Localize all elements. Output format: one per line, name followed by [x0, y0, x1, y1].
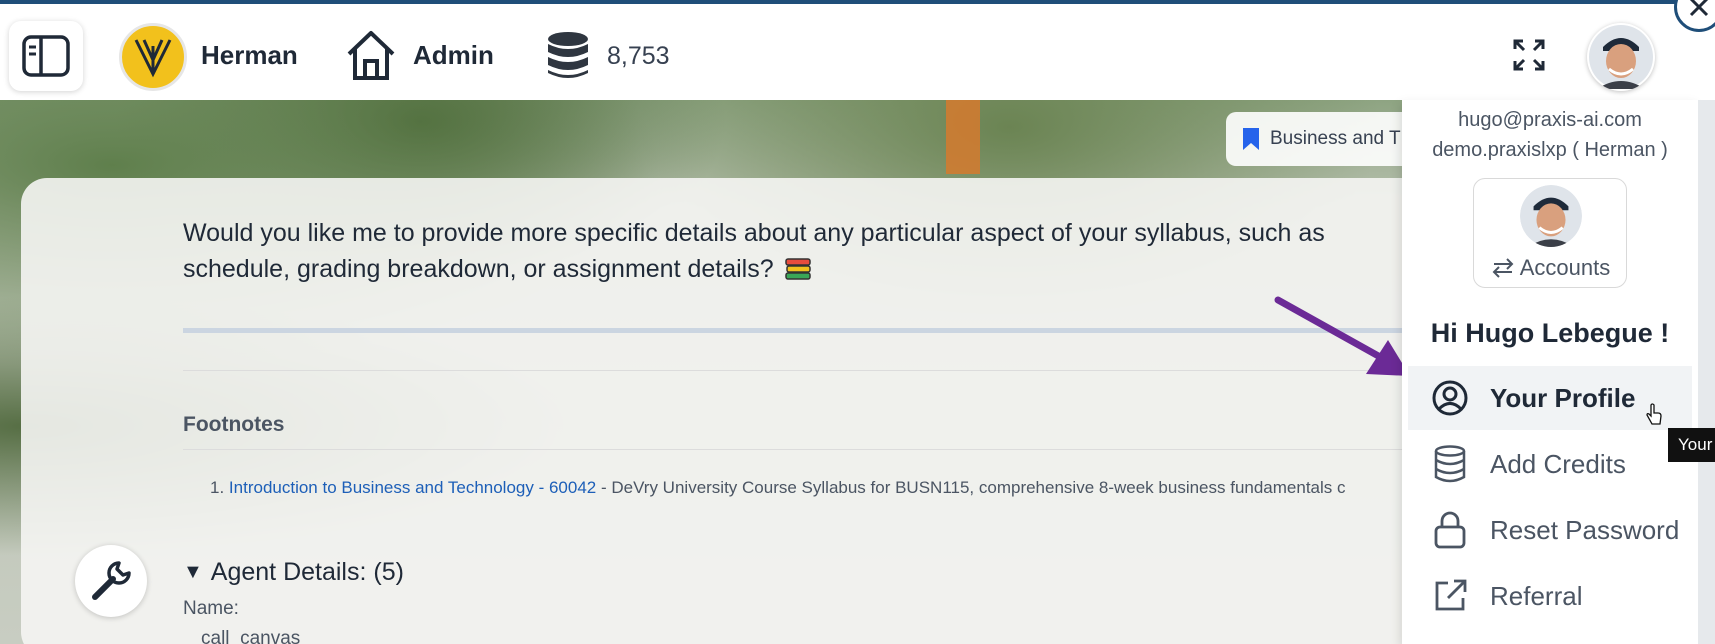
close-window-button[interactable] [1674, 0, 1715, 32]
footnote-number: 1. [210, 478, 225, 497]
accounts-label: Accounts [1519, 255, 1611, 280]
top-bar: Herman Admin 8,753 [0, 0, 1715, 100]
collapse-triangle-icon: ▼ [183, 561, 203, 583]
credits-database-icon [548, 32, 588, 78]
close-icon [1689, 0, 1709, 17]
sidebar-toggle-button[interactable] [9, 21, 83, 91]
hand-pointer-icon [1646, 403, 1662, 425]
shield-logo-icon [134, 39, 172, 78]
footnotes-underline [183, 449, 1403, 450]
tooltip: Your [1668, 428, 1715, 462]
context-chip-label: Business and T [1270, 128, 1401, 149]
menu-item-label: Reset Password [1490, 514, 1680, 545]
home-icon[interactable] [344, 28, 398, 82]
assistant-message-line2-text: schedule, grading breakdown, or assignme… [183, 255, 774, 283]
assistant-message-line1: Would you like me to provide more specif… [183, 219, 1325, 247]
agent-details-toggle[interactable]: ▼ Agent Details: (5) [183, 558, 404, 587]
user-photo [1589, 25, 1653, 89]
user-circle-icon [1430, 378, 1470, 418]
footnote-link[interactable]: Introduction to Business and Technology … [229, 478, 596, 497]
tools-button[interactable] [75, 545, 147, 617]
menu-item-label: Referral [1490, 580, 1583, 611]
menu-tenant: demo.praxislxp ( Herman ) [1432, 139, 1668, 161]
menu-item-add-credits[interactable]: Add Credits [1408, 432, 1692, 496]
menu-item-label: Add Credits [1490, 448, 1626, 479]
footnotes-title: Footnotes [183, 413, 285, 436]
menu-email: hugo@praxis-ai.com [1458, 109, 1642, 131]
books-emoji-icon [784, 256, 812, 284]
lock-icon [1430, 510, 1470, 550]
user-avatar[interactable] [1587, 23, 1655, 91]
accounts-button[interactable]: Accounts [1473, 178, 1627, 288]
org-name[interactable]: Herman [201, 40, 298, 71]
footnote-item: 1. Introduction to Business and Technolo… [210, 478, 1400, 498]
database-icon [1430, 444, 1470, 484]
footnotes-divider [183, 370, 1403, 371]
accounts-label-row: Accounts [1474, 255, 1628, 281]
message-divider [183, 328, 1403, 333]
credits-balance: 8,753 [607, 42, 670, 70]
menu-scrollbar[interactable] [1698, 100, 1715, 644]
footnote-description: - DeVry University Course Syllabus for B… [596, 478, 1346, 497]
agent-details-label: Agent Details: (5) [210, 558, 404, 586]
assistant-message-line2: schedule, grading breakdown, or assignme… [183, 255, 812, 284]
swap-arrows-icon [1492, 258, 1514, 278]
user-menu: hugo@praxis-ai.com demo.praxislxp ( Herm… [1402, 100, 1698, 644]
menu-item-reset-password[interactable]: Reset Password [1408, 498, 1692, 562]
background-building [946, 100, 980, 174]
agent-name-value: call_canvas [201, 628, 301, 644]
org-logo[interactable] [119, 23, 187, 91]
admin-link[interactable]: Admin [413, 40, 494, 71]
accounts-avatar [1520, 185, 1582, 247]
agent-name-label: Name: [183, 598, 239, 619]
fullscreen-icon[interactable] [1512, 38, 1546, 72]
greeting: Hi Hugo Lebegue ! [1430, 318, 1670, 348]
sidebar-panel-icon [22, 35, 70, 77]
bookmark-icon [1243, 128, 1259, 150]
menu-item-label: Your Profile [1490, 382, 1636, 413]
wrench-icon [92, 561, 131, 600]
annotation-arrow-icon [1274, 296, 1410, 376]
external-link-icon [1430, 576, 1470, 616]
menu-item-referral[interactable]: Referral [1408, 564, 1692, 628]
